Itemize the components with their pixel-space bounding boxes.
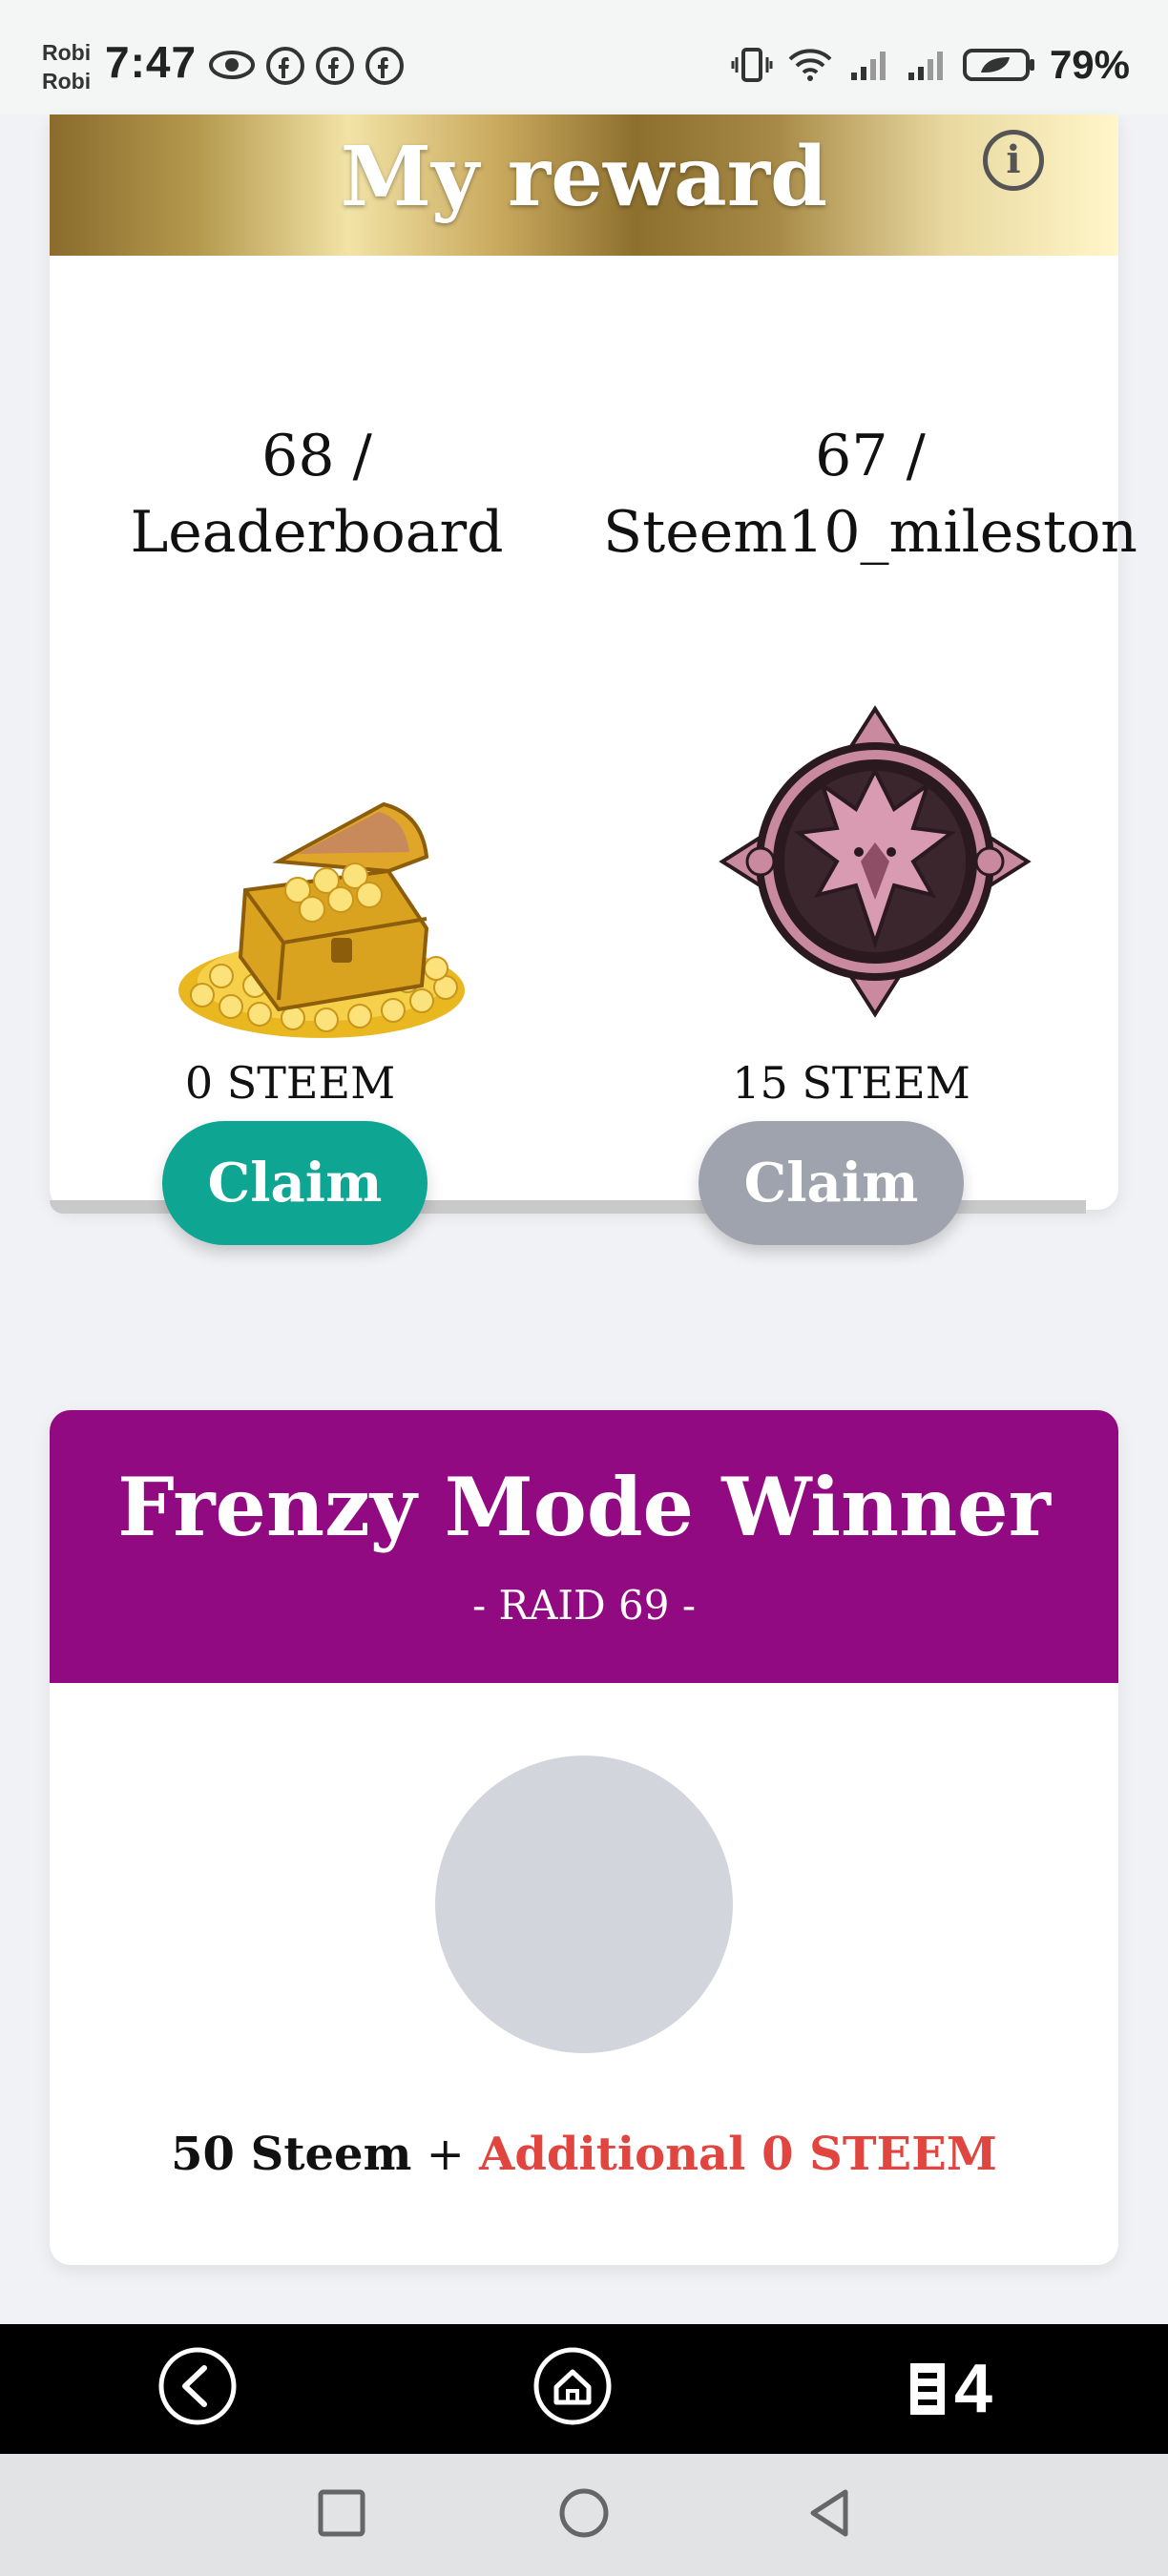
recents-icon[interactable]	[315, 2486, 368, 2540]
tabs-icon	[910, 2363, 945, 2415]
frenzy-winner-card: Frenzy Mode Winner - RAID 69 - 50 Steem …	[50, 1410, 1118, 2265]
tabs-count: 4	[954, 2351, 993, 2427]
back-nav-icon[interactable]	[803, 2486, 857, 2540]
facebook-icon	[316, 47, 354, 85]
battery-percent: 79%	[1049, 42, 1130, 87]
frenzy-title: Frenzy Mode Winner	[117, 1460, 1051, 1554]
eye-icon	[209, 51, 255, 79]
claim-button-leaderboard[interactable]: Claim	[162, 1121, 428, 1245]
browser-toolbar: 4	[0, 2324, 1168, 2454]
vibrate-icon	[731, 48, 773, 82]
carrier-label: Robi Robi	[42, 38, 91, 95]
home-nav-icon[interactable]	[557, 2486, 611, 2540]
battery-icon	[962, 49, 1034, 81]
prize-plus: +	[411, 2128, 480, 2181]
prize-additional: Additional 0 STEEM	[479, 2128, 997, 2181]
facebook-icon	[266, 47, 304, 85]
wifi-icon	[788, 49, 832, 81]
system-navigation-bar	[0, 2454, 1168, 2576]
carrier-sim2: Robi	[42, 69, 92, 93]
back-icon[interactable]	[156, 2345, 239, 2427]
facebook-icon	[365, 47, 404, 85]
signal-icon	[850, 52, 886, 80]
frenzy-raid-label: - RAID 69 -	[471, 1582, 697, 1629]
prize-main: 50 Steem	[171, 2128, 412, 2181]
status-bar: Robi Robi 7:47 79%	[0, 0, 1168, 114]
frenzy-header: Frenzy Mode Winner - RAID 69 -	[50, 1410, 1118, 1683]
claim-button-milestone[interactable]: Claim	[699, 1121, 964, 1245]
tabs-button[interactable]: 4	[907, 2351, 992, 2427]
clock: 7:47	[105, 37, 198, 87]
prize-line: 50 Steem + Additional 0 STEEM	[50, 2128, 1118, 2181]
signal-icon	[907, 52, 943, 80]
winner-avatar	[435, 1755, 733, 2053]
carrier-sim1: Robi	[42, 40, 92, 65]
home-icon[interactable]	[532, 2345, 614, 2427]
